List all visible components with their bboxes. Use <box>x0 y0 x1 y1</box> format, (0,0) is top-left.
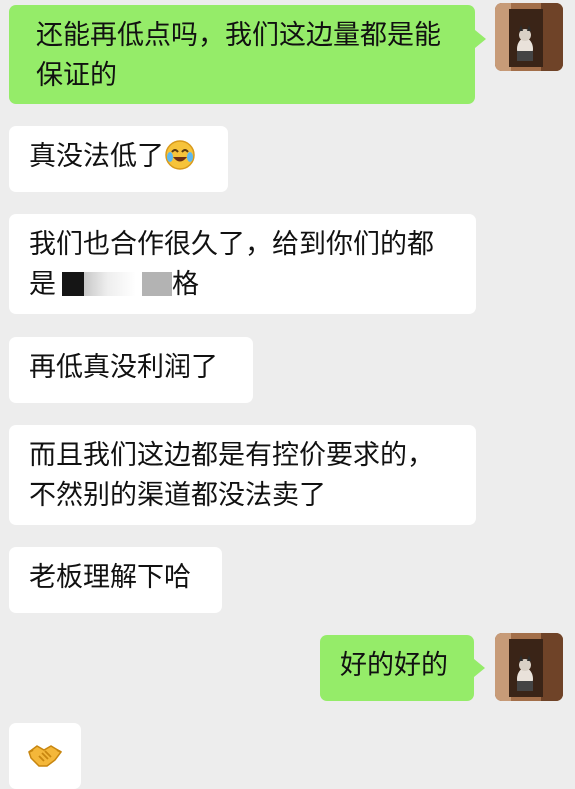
message-text: 再低真没利润了 <box>29 352 218 383</box>
message-bubble-incoming[interactable]: 真没法低了 <box>9 126 228 192</box>
message-text: 好的好的 <box>340 650 448 681</box>
redaction-block <box>62 272 84 296</box>
bubble-tail <box>475 30 486 48</box>
message-text-line: 不然别的渠道都没法卖了 <box>29 480 326 511</box>
message-bubble-incoming[interactable]: 老板理解下哈 <box>9 547 222 613</box>
message-text-line: 而且我们这边都是有控价要求的， <box>29 440 434 471</box>
message-text: 老板理解下哈 <box>29 562 191 593</box>
message-bubble-incoming[interactable]: 而且我们这边都是有控价要求的， 不然别的渠道都没法卖了 <box>9 425 476 525</box>
message-bubble-outgoing[interactable]: 好的好的 <box>320 635 474 701</box>
redaction-block <box>142 272 172 296</box>
redaction-block <box>84 272 136 296</box>
my-avatar[interactable] <box>495 3 563 71</box>
message-text-fragment: 格 <box>172 269 199 300</box>
message-text: 真没法低了 <box>29 141 164 172</box>
bubble-tail <box>474 659 485 677</box>
cat-photo-icon <box>495 3 563 71</box>
message-text-fragment: 是 <box>29 269 56 300</box>
message-bubble-incoming[interactable]: 我们也合作很久了，给到你们的都 是格 <box>9 214 476 314</box>
face-with-tears-of-joy-icon <box>164 139 196 183</box>
message-text-line: 是格 <box>29 265 456 305</box>
message-text-line: 还能再低点吗，我们这边量都是能 <box>36 20 441 51</box>
my-avatar[interactable] <box>495 633 563 701</box>
cat-photo-icon <box>495 633 563 701</box>
message-bubble-incoming[interactable]: 再低真没利润了 <box>9 337 253 403</box>
message-text-line: 我们也合作很久了，给到你们的都 <box>29 229 434 260</box>
message-text-line: 保证的 <box>36 60 117 91</box>
handshake-icon <box>28 745 63 767</box>
message-bubble-outgoing[interactable]: 还能再低点吗，我们这边量都是能 保证的 <box>9 5 475 104</box>
message-bubble-incoming[interactable] <box>9 723 81 789</box>
